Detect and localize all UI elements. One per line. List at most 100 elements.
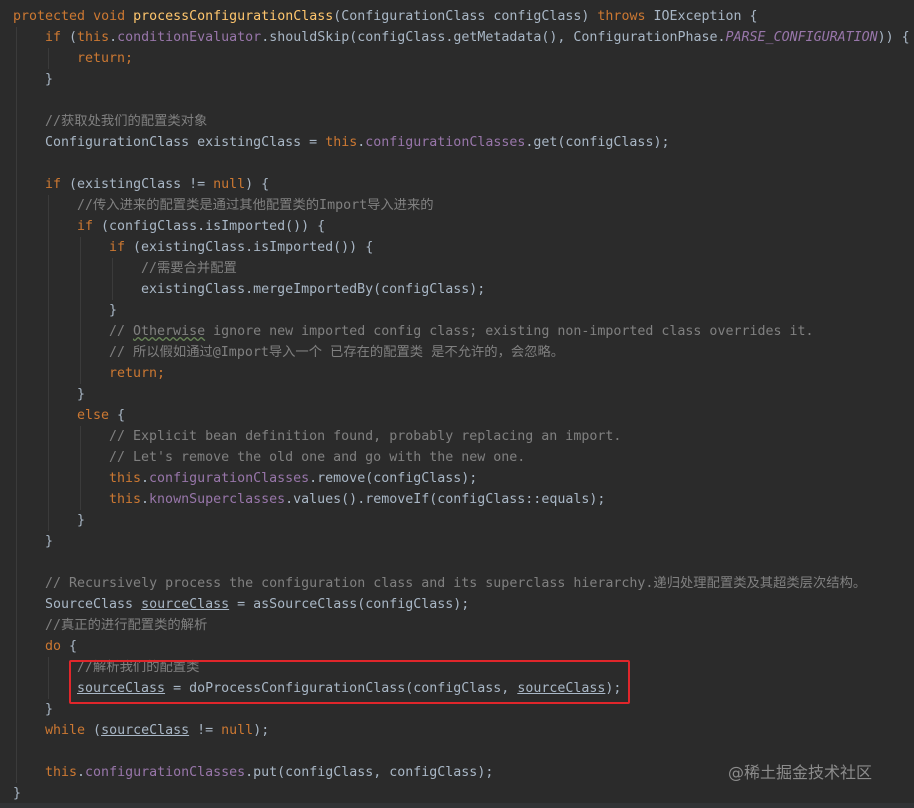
code-line[interactable]: protected void processConfigurationClass… [13,6,758,27]
code-token: null [213,177,246,192]
code-line[interactable]: if (existingClass.isImported()) { [109,237,373,258]
code-line[interactable]: return; [77,48,133,69]
code-token: = asSourceClass(configClass); [229,597,470,612]
code-token: . [109,30,118,45]
code-token: processConfigurationClass [133,9,334,24]
code-line[interactable]: return; [109,363,165,384]
code-line[interactable]: //需要合并配置 [141,258,237,279]
code-line[interactable]: while (sourceClass != null); [45,720,269,741]
code-token: (existingClass.isImported()) { [133,240,374,255]
code-line[interactable]: //传入进来的配置类是通过其他配置类的Import导入进来的 [77,195,434,216]
code-token: configurationClasses [365,135,526,150]
code-token: // Recursively process the configuration… [45,576,867,591]
indent-guide [48,48,49,69]
code-token: } [13,786,22,801]
code-token: ( [69,30,78,45]
code-token: } [109,303,118,318]
code-token: ( [93,723,102,738]
code-token: } [45,702,54,717]
code-token: ignore new imported config class; existi… [205,324,814,339]
code-token: .put(configClass, configClass); [245,765,494,780]
code-token: if [45,177,70,192]
code-token: IOException { [653,9,758,24]
code-token: .remove(configClass); [309,471,478,486]
code-token: conditionEvaluator [117,30,262,45]
code-line[interactable]: } [13,783,21,804]
indent-guide [48,657,49,699]
code-token: )) { [877,30,910,45]
code-token: . [77,765,86,780]
code-line[interactable]: do { [45,636,77,657]
code-token: .get(configClass); [525,135,670,150]
code-token: (existingClass != [69,177,214,192]
code-token: //传入进来的配置类是通过其他配置类的Import导入进来的 [77,198,434,213]
code-line[interactable]: // Let's remove the old one and go with … [109,447,525,468]
code-line[interactable]: if (existingClass != null) { [45,174,269,195]
code-token: protected [13,9,94,24]
watermark: @稀土掘金技术社区 [728,763,873,782]
code-line[interactable]: //真正的进行配置类的解析 [45,615,207,636]
code-token: } [45,72,54,87]
code-token: configurationClasses [149,471,310,486]
code-line[interactable]: } [45,69,53,90]
code-token: else [77,408,118,423]
code-line[interactable]: this.configurationClasses.put(configClas… [45,762,493,783]
code-line[interactable]: // Explicit bean definition found, proba… [109,426,621,447]
code-line[interactable]: //获取处我们的配置类对象 [45,111,207,132]
highlight-box [69,660,630,704]
code-token: if [45,30,70,45]
code-line[interactable]: this.knownSuperclasses.values().removeIf… [109,489,605,510]
code-line[interactable]: this.configurationClasses.remove(configC… [109,468,477,489]
indent-guide [16,27,17,783]
code-token: ) { [245,177,270,192]
code-line[interactable]: } [77,510,85,531]
code-token: Otherwise [133,324,206,339]
code-line[interactable]: // Otherwise ignore new imported config … [109,321,814,342]
code-token: null [221,723,254,738]
code-token: .values().removeIf(configClass::equals); [285,492,606,507]
code-token: // Explicit bean definition found, proba… [109,429,622,444]
code-token: } [77,387,86,402]
code-token: // Let's remove the old one and go with … [109,450,526,465]
code-line[interactable]: // Recursively process the configuration… [45,573,866,594]
code-token: if [109,240,134,255]
code-token: != [189,723,222,738]
code-token: void [93,9,134,24]
code-token: //真正的进行配置类的解析 [45,618,208,633]
code-token: this [109,471,142,486]
code-line[interactable]: existingClass.mergeImportedBy(configClas… [141,279,485,300]
code-token: // [109,324,134,339]
code-token: return; [77,51,134,66]
code-line[interactable]: } [45,531,53,552]
code-line[interactable]: // 所以假如通过@Import导入一个 已存在的配置类 是不允许的，会忽略。 [109,342,564,363]
bottom-strip [0,803,914,808]
code-line[interactable]: SourceClass sourceClass = asSourceClass(… [45,594,469,615]
code-token: knownSuperclasses [149,492,286,507]
code-token: if [77,219,102,234]
code-line[interactable]: } [109,300,117,321]
code-line[interactable]: ConfigurationClass existingClass = this.… [45,132,669,153]
code-line[interactable]: } [45,699,53,720]
code-token: this [45,765,78,780]
indent-guide [112,258,113,300]
code-token: ); [253,723,270,738]
code-token: this [109,492,142,507]
code-line[interactable]: if (this.conditionEvaluator.shouldSkip(c… [45,27,910,48]
code-token: { [69,639,78,654]
code-token: ConfigurationClass existingClass = [45,135,326,150]
code-token: (configClass.isImported()) { [101,219,326,234]
code-line[interactable]: } [77,384,85,405]
code-token: // 所以假如通过@Import导入一个 已存在的配置类 是不允许的，会忽略。 [109,345,565,360]
indent-guide [48,195,49,531]
indent-guide [80,426,81,510]
code-token: . [141,492,150,507]
code-token: (ConfigurationClass configClass) [333,9,598,24]
code-line[interactable]: if (configClass.isImported()) { [77,216,325,237]
code-line[interactable]: else { [77,405,125,426]
code-token: do [45,639,70,654]
code-editor[interactable]: protected void processConfigurationClass… [0,0,914,808]
code-token: .shouldSkip(configClass.getMetadata(), C… [261,30,726,45]
code-token: } [45,534,54,549]
code-token: { [117,408,126,423]
code-token: PARSE_CONFIGURATION [725,30,878,45]
